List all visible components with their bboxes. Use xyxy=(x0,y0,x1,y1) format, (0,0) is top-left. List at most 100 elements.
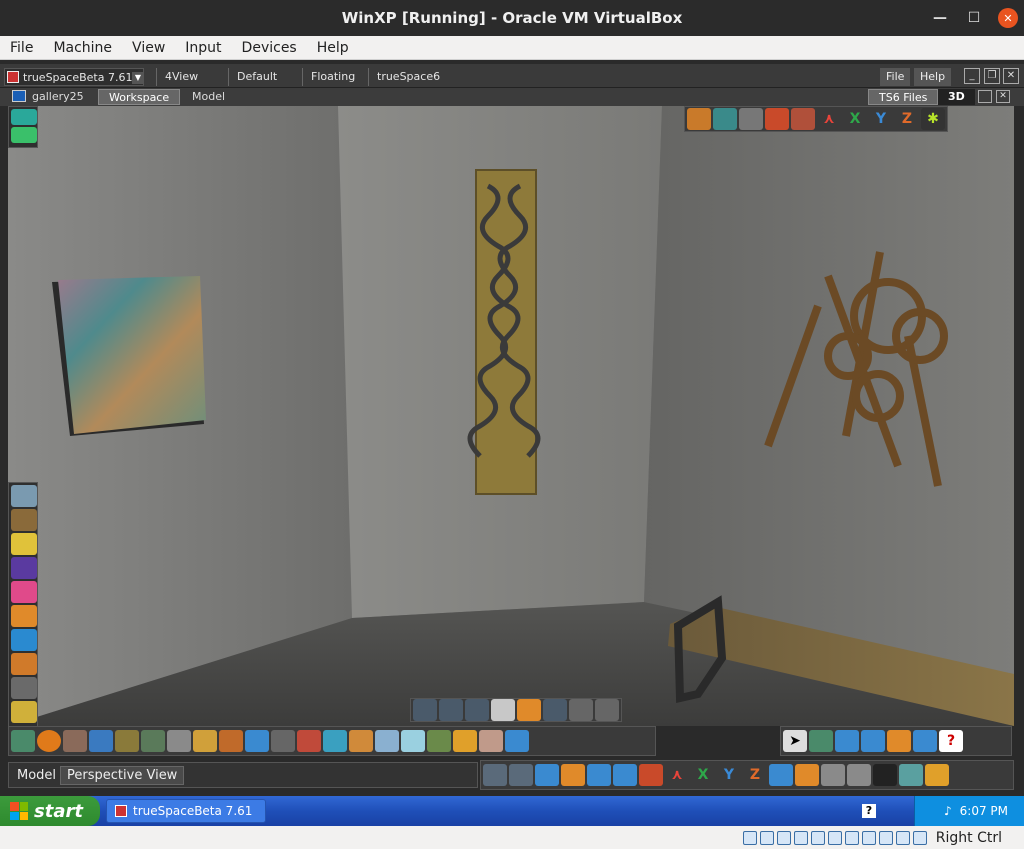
people-icon[interactable] xyxy=(899,764,923,786)
grid-snap-icon[interactable] xyxy=(847,764,871,786)
ts-close-icon[interactable]: ✕ xyxy=(1003,68,1019,84)
avatar-icon[interactable] xyxy=(479,730,503,752)
usb-icon[interactable] xyxy=(810,830,825,845)
stone-icon[interactable] xyxy=(167,730,191,752)
brick-icon[interactable] xyxy=(219,730,243,752)
diamond-icon[interactable] xyxy=(569,699,593,721)
minimize-icon[interactable]: — xyxy=(930,8,950,28)
menu-machine[interactable]: Machine xyxy=(43,40,122,56)
pointer-icon[interactable]: ➤ xyxy=(783,730,807,752)
move-icon[interactable] xyxy=(483,764,507,786)
x-icon[interactable]: X xyxy=(691,764,715,786)
box-select-icon[interactable] xyxy=(809,730,833,752)
menu-file[interactable]: File xyxy=(0,40,43,56)
status-view[interactable]: Perspective View xyxy=(60,765,185,785)
tab-4view[interactable]: 4View xyxy=(156,68,206,86)
lasso-icon[interactable] xyxy=(271,730,295,752)
recycle-icon[interactable] xyxy=(11,730,35,752)
menu-devices[interactable]: Devices xyxy=(232,40,307,56)
layer-icon[interactable] xyxy=(11,109,37,125)
paint-icon[interactable] xyxy=(11,701,37,723)
palette-icon[interactable] xyxy=(323,730,347,752)
axis-icon[interactable]: ⋏ xyxy=(817,108,841,130)
cpu-icon[interactable] xyxy=(878,830,893,845)
network-icon[interactable] xyxy=(793,830,808,845)
tripod-icon[interactable] xyxy=(427,730,451,752)
grid-icon[interactable] xyxy=(835,730,859,752)
mode-3d-button[interactable]: 3D xyxy=(938,89,975,105)
tools-icon[interactable] xyxy=(11,677,37,699)
terrain-icon[interactable] xyxy=(141,730,165,752)
pencil-icon[interactable] xyxy=(245,730,269,752)
camera-icon[interactable] xyxy=(821,764,845,786)
menu-view[interactable]: View xyxy=(122,40,175,56)
display-icon[interactable] xyxy=(844,830,859,845)
color-icon[interactable] xyxy=(11,581,37,603)
wood-icon[interactable] xyxy=(115,730,139,752)
y-axis-icon[interactable]: Y xyxy=(869,108,893,130)
axes-icon[interactable]: ⋏ xyxy=(665,764,689,786)
display-icon[interactable] xyxy=(791,108,815,130)
tray-help-icon[interactable]: ? xyxy=(862,804,876,818)
move-widget-icon[interactable] xyxy=(413,699,437,721)
z-axis-icon[interactable]: Z xyxy=(895,108,919,130)
audio-icon[interactable] xyxy=(776,830,791,845)
object-icon[interactable] xyxy=(687,108,711,130)
render-film-icon[interactable] xyxy=(873,764,897,786)
taskbar-truespace-button[interactable]: trueSpaceBeta 7.61 xyxy=(106,799,266,823)
view-close-icon[interactable]: ✕ xyxy=(996,90,1010,103)
redo-icon[interactable] xyxy=(769,764,793,786)
pivot-icon[interactable] xyxy=(543,699,567,721)
book-icon[interactable] xyxy=(587,764,611,786)
question-icon[interactable]: ? xyxy=(939,730,963,752)
tumble-icon[interactable] xyxy=(517,699,541,721)
scene-tab[interactable]: gallery25 xyxy=(22,89,94,105)
mouse-integration-icon[interactable] xyxy=(895,830,910,845)
menu-help[interactable]: Help xyxy=(307,40,359,56)
start-button[interactable]: start xyxy=(0,796,100,826)
ts-file-button[interactable]: File xyxy=(880,68,911,86)
object-move-icon[interactable] xyxy=(509,764,533,786)
perspective-viewport[interactable]: ⋏ X Y Z ✱ xyxy=(8,106,1014,726)
ts-restore-icon[interactable]: ❐ xyxy=(984,68,1000,84)
x-axis-icon[interactable]: X xyxy=(843,108,867,130)
maximize-icon[interactable]: ☐ xyxy=(964,8,984,28)
sphere-icon[interactable] xyxy=(37,730,61,752)
box-icon[interactable] xyxy=(739,108,763,130)
shell-icon[interactable] xyxy=(193,730,217,752)
tab-floating[interactable]: Floating xyxy=(302,68,363,86)
wireframe-icon[interactable] xyxy=(713,108,737,130)
z-icon[interactable]: Z xyxy=(743,764,767,786)
tab-workspace[interactable]: Workspace xyxy=(98,89,181,105)
cube-edit-icon[interactable] xyxy=(561,764,585,786)
optical-drive-icon[interactable] xyxy=(759,830,774,845)
library-icon[interactable] xyxy=(11,485,37,507)
y-icon[interactable]: Y xyxy=(717,764,741,786)
undo-icon[interactable] xyxy=(913,730,937,752)
render-icon[interactable] xyxy=(11,653,37,675)
paintbrush-icon[interactable] xyxy=(89,730,113,752)
cube-icon[interactable] xyxy=(11,605,37,627)
globe-icon[interactable] xyxy=(401,730,425,752)
add-layer-icon[interactable] xyxy=(11,127,37,143)
brush-icon[interactable] xyxy=(63,730,87,752)
help-icon-toolbar[interactable] xyxy=(505,730,529,752)
floppy-icon[interactable] xyxy=(887,730,911,752)
material-icon[interactable] xyxy=(11,557,37,579)
scale-widget-icon[interactable] xyxy=(465,699,489,721)
recording-icon[interactable] xyxy=(861,830,876,845)
menu-input[interactable]: Input xyxy=(175,40,231,56)
volume-icon[interactable]: ♪ xyxy=(944,804,952,818)
plane-icon[interactable] xyxy=(375,730,399,752)
snap-icon[interactable]: ✱ xyxy=(921,108,945,130)
ts6-files-button[interactable]: TS6 Files xyxy=(868,89,939,105)
tab-model[interactable]: Model xyxy=(182,89,235,105)
hammer-icon[interactable] xyxy=(349,730,373,752)
shared-folder-icon[interactable] xyxy=(827,830,842,845)
text3d-icon[interactable] xyxy=(453,730,477,752)
spheres-icon[interactable] xyxy=(11,533,37,555)
cube-blue-icon[interactable] xyxy=(613,764,637,786)
view-maximize-icon[interactable] xyxy=(978,90,992,103)
layers-icon[interactable] xyxy=(861,730,885,752)
shapes-icon[interactable] xyxy=(11,629,37,651)
